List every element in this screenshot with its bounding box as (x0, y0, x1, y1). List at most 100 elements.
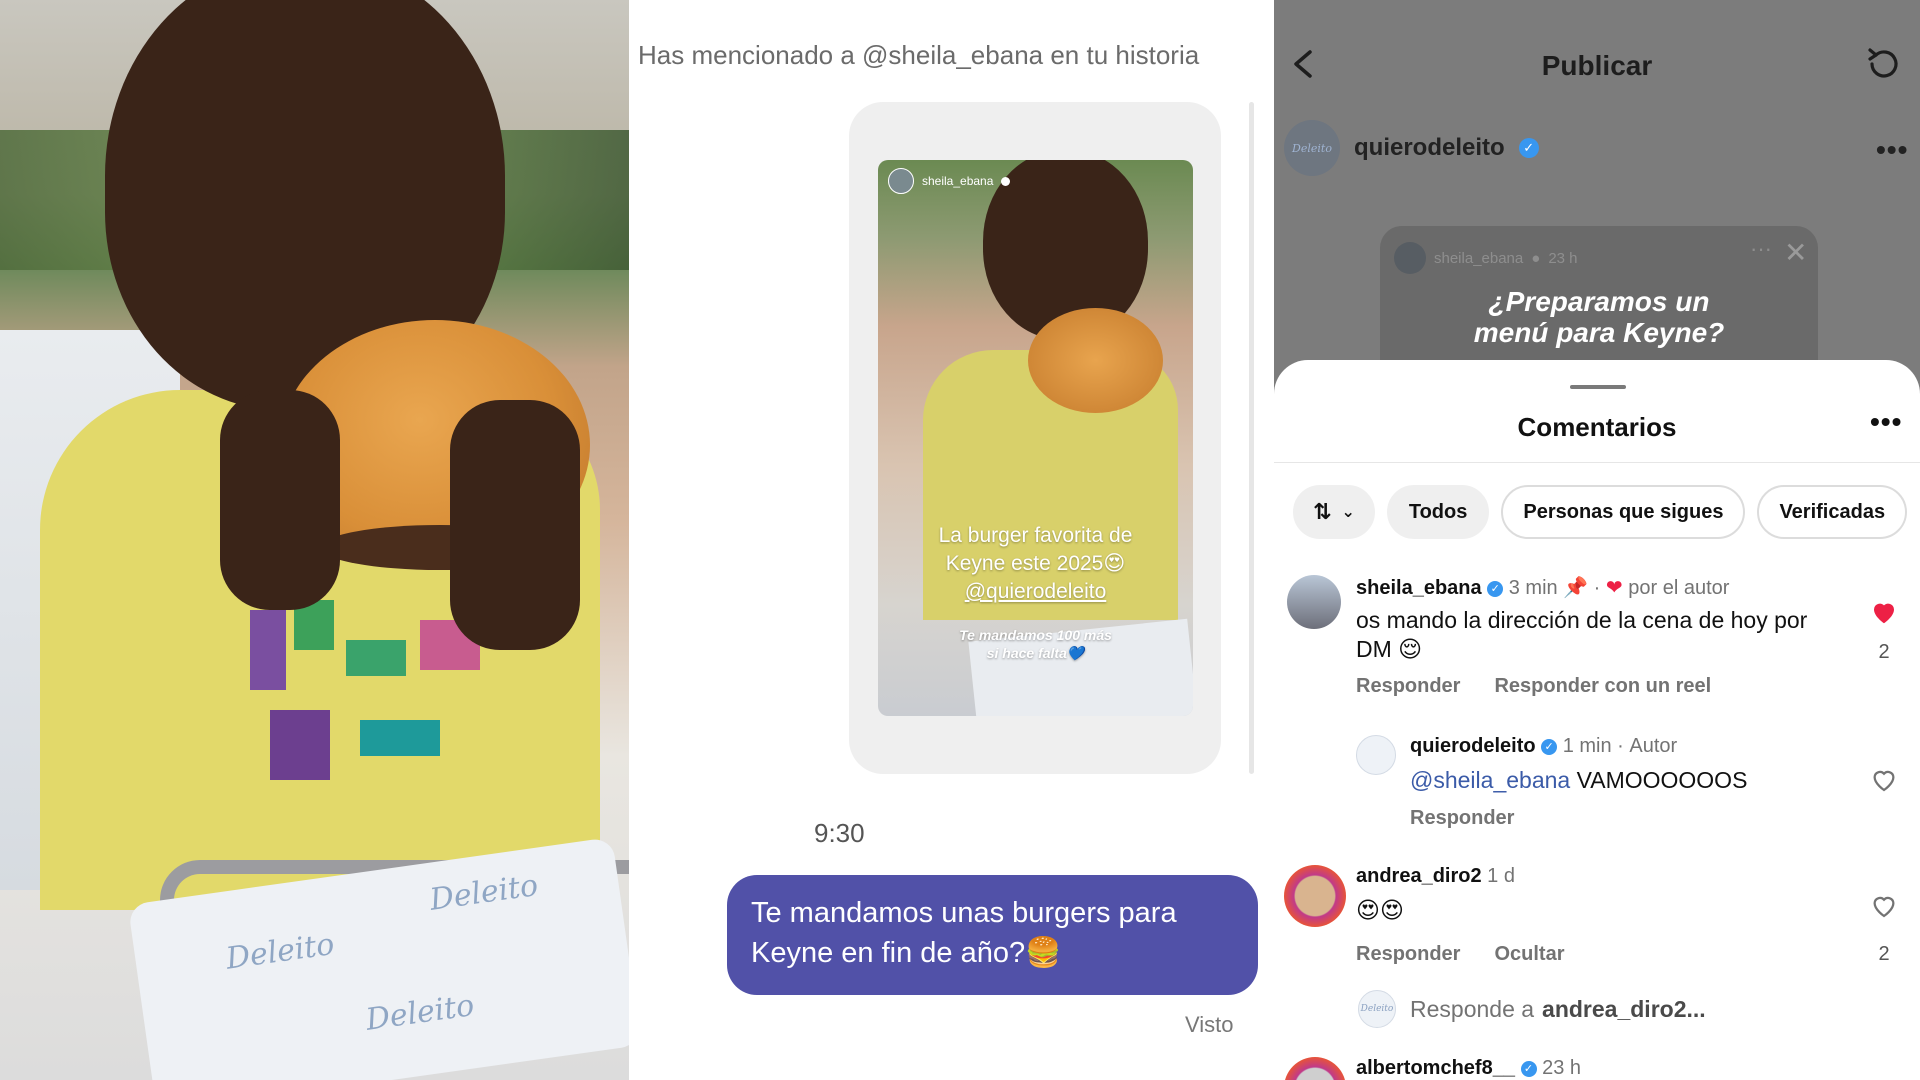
seen-status: Visto (1185, 1012, 1234, 1037)
sent-message-bubble[interactable]: Te mandamos unas burgers para Keyne en f… (727, 875, 1258, 995)
author-avatar[interactable]: Deleito (1284, 120, 1340, 176)
story-subtext: Te mandamos 100 más si hace falta💙 (878, 626, 1193, 662)
verified-icon: ✓ (1487, 580, 1504, 597)
verified-icon: ✓ (1520, 1060, 1537, 1077)
reply-button[interactable]: Responder (1356, 675, 1460, 698)
filter-verified[interactable]: Verificadas (1757, 485, 1908, 539)
story-thumbnail[interactable]: sheila_ebana La burger favorita de Keyne… (878, 160, 1193, 716)
story-mention-notice: Has mencionado a @sheila_ebana en tu his… (638, 40, 1200, 70)
more-options-icon[interactable]: ••• (1870, 406, 1902, 438)
reply-input-row[interactable]: Deleito Responde a andrea_diro2... (1358, 990, 1706, 1028)
more-options-icon[interactable]: ··· (1750, 236, 1772, 262)
comment-mention-link[interactable]: @sheila_ebana (1410, 767, 1570, 793)
like-count: 2 (1878, 943, 1890, 965)
story-burger (1028, 308, 1163, 413)
comment-time: 1 min (1562, 735, 1612, 757)
liked-by-author-label: por el autor (1628, 577, 1730, 599)
caption-line: Keyne este 2025😍 (945, 552, 1126, 575)
avatar[interactable] (1284, 1057, 1346, 1080)
wrapper-print: Deleito (363, 988, 477, 1038)
right-hand (450, 400, 580, 650)
story-caption: La burger favorita de Keyne este 2025😍 @… (878, 522, 1193, 606)
chevron-down-icon: ⌄ (1341, 504, 1355, 521)
verified-icon: ✓ (1541, 738, 1558, 755)
post-author[interactable]: Deleito quierodeleito ✓ (1284, 120, 1539, 176)
comment-text: os mando la dirección de la cena de hoy … (1356, 607, 1808, 662)
comment-time: 3 min (1508, 577, 1558, 599)
sort-button[interactable]: ⇅ ⌄ (1293, 485, 1375, 539)
filter-todos[interactable]: Todos (1386, 485, 1490, 539)
reply-button[interactable]: Responder (1410, 807, 1514, 830)
avatar (1394, 242, 1426, 274)
reply-button[interactable]: Responder (1356, 943, 1460, 966)
reply-prefix: Responde a (1410, 995, 1535, 1022)
story-preview-user: sheila_ebana ● 23 h (1394, 242, 1578, 274)
message-timestamp: 9:30 (814, 818, 865, 848)
author-badge: Autor (1629, 735, 1678, 757)
avatar[interactable] (1356, 735, 1396, 775)
verified-icon (1001, 176, 1011, 186)
comment-time: 1 d (1487, 865, 1515, 887)
pin-icon: 📌 · (1563, 577, 1601, 599)
avatar[interactable] (1287, 575, 1341, 629)
wrapper-print: Deleito (223, 926, 337, 977)
heart-filled-icon[interactable] (1869, 597, 1899, 627)
comment-username[interactable]: andrea_diro2 (1356, 865, 1482, 887)
reply-target: andrea_diro2... (1542, 995, 1706, 1022)
more-options-icon[interactable]: ••• (1876, 134, 1908, 166)
comment-actions: Responder Responder con un reel (1356, 675, 1711, 698)
avatar (888, 168, 914, 194)
verified-icon: ● (1531, 249, 1541, 267)
comment-text: @sheila_ebana VAMOOOOOOS (1410, 766, 1830, 795)
wrapper-print: Deleito (427, 867, 541, 918)
comment-username[interactable]: sheila_ebana (1356, 577, 1482, 599)
comment-filters: ⇅ ⌄ Todos Personas que sigues Verificada… (1293, 485, 1908, 539)
comment-header: sheila_ebana ✓ 3 min 📌 · ❤ por el autor (1356, 575, 1729, 600)
page-title: Publicar (1541, 50, 1653, 81)
verified-icon: ✓ (1518, 138, 1539, 158)
sort-arrows-icon: ⇅ (1313, 499, 1332, 524)
comment-time: 23 h (1542, 1057, 1582, 1079)
scrollbar[interactable] (1249, 102, 1254, 774)
kid-eating-burger-photo: Deleito Deleito Deleito (0, 0, 629, 1080)
comments-sheet: Comentarios ••• ⇅ ⌄ Todos Personas que s… (1274, 360, 1920, 1080)
comment-text: 😍😍 (1356, 897, 1404, 923)
heart-outline-icon[interactable] (1869, 891, 1899, 921)
comment-username[interactable]: quierodeleito (1410, 735, 1536, 757)
comment-header: quierodeleito ✓ 1 min · Autor (1410, 735, 1677, 758)
comment-actions: Responder Ocultar (1356, 943, 1565, 966)
caption-line: La burger favorita de (938, 524, 1133, 547)
hide-button[interactable]: Ocultar (1494, 943, 1564, 966)
story-preview-time: 23 h (1548, 249, 1578, 267)
direct-message-panel: Has mencionado a @sheila_ebana en tu his… (629, 0, 1274, 1080)
subtext-line: si hace falta💙 (986, 645, 1085, 661)
comment-header: albertomchef8__ ✓ 23 h (1356, 1057, 1581, 1080)
heart-outline-icon[interactable] (1869, 765, 1899, 795)
author-username[interactable]: quierodeleito (1354, 134, 1505, 162)
story-preview-text: ¿Preparamos un menú para Keyne? (1380, 286, 1818, 348)
story-preview-line: menú para Keyne? (1473, 317, 1725, 348)
caption-mention-link[interactable]: @quierodeleito (878, 578, 1193, 606)
separator: · (1617, 735, 1624, 757)
story-username: sheila_ebana (922, 174, 994, 188)
divider (1274, 462, 1920, 463)
heart-icon: ❤ (1605, 577, 1623, 599)
filter-following[interactable]: Personas que sigues (1501, 485, 1746, 539)
close-icon[interactable]: ✕ (1784, 236, 1807, 269)
reply-with-reel-button[interactable]: Responder con un reel (1494, 675, 1711, 698)
comment-username[interactable]: albertomchef8__ (1356, 1057, 1515, 1079)
subtext-line: Te mandamos 100 más (959, 627, 1112, 643)
sheet-title: Comentarios (1517, 412, 1677, 442)
left-hand (220, 390, 340, 610)
story-user: sheila_ebana (888, 168, 1011, 194)
story-preview-username: sheila_ebana (1434, 249, 1524, 267)
refresh-icon[interactable] (1862, 42, 1906, 86)
comment-body: VAMOOOOOOS (1576, 767, 1748, 793)
post-header: Publicar (1274, 0, 1920, 120)
avatar: Deleito (1358, 990, 1396, 1028)
comment-header: andrea_diro2 1 d (1356, 865, 1515, 888)
like-count: 2 (1878, 641, 1890, 663)
drag-handle[interactable] (1570, 385, 1626, 389)
story-preview-line: ¿Preparamos un (1488, 286, 1710, 317)
avatar[interactable] (1284, 865, 1346, 927)
